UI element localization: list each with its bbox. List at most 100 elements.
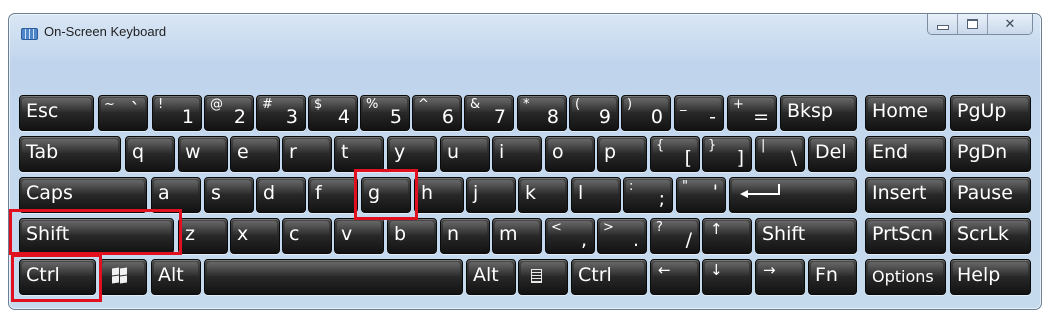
key-b[interactable]: b bbox=[387, 218, 437, 254]
key-pgdn[interactable]: PgDn bbox=[950, 136, 1031, 172]
key-arrow-right[interactable]: → bbox=[755, 259, 805, 295]
key-home[interactable]: Home bbox=[865, 95, 946, 131]
minimize-button[interactable] bbox=[928, 14, 958, 34]
key-menu[interactable] bbox=[518, 259, 568, 295]
key-v[interactable]: v bbox=[334, 218, 384, 254]
key-g[interactable]: g bbox=[361, 177, 411, 213]
key-w[interactable]: w bbox=[178, 136, 228, 172]
key-label: z bbox=[185, 223, 195, 245]
key-base-symbol: 9 bbox=[598, 106, 611, 128]
title-bar[interactable]: On-Screen Keyboard ✕ bbox=[9, 14, 1041, 54]
key-backslash[interactable]: | \ bbox=[755, 136, 805, 172]
key-options[interactable]: Options bbox=[865, 259, 946, 295]
key-base-symbol: , bbox=[580, 229, 587, 251]
key-l[interactable]: l bbox=[571, 177, 621, 213]
key-y[interactable]: y bbox=[387, 136, 437, 172]
key-8[interactable]: * 8 bbox=[517, 95, 567, 131]
key-h[interactable]: h bbox=[414, 177, 464, 213]
key-backtick[interactable]: ~ ` bbox=[98, 95, 148, 131]
key-quote[interactable]: " ' bbox=[676, 177, 726, 213]
key-label: x bbox=[237, 223, 249, 245]
key-alt-left[interactable]: Alt bbox=[151, 259, 201, 295]
key-fn[interactable]: Fn bbox=[808, 259, 857, 295]
key-e[interactable]: e bbox=[230, 136, 280, 172]
key-t[interactable]: t bbox=[334, 136, 384, 172]
key-del[interactable]: Del bbox=[808, 136, 857, 172]
key-base-symbol: 0 bbox=[650, 106, 663, 128]
key-ctrl-right[interactable]: Ctrl bbox=[571, 259, 647, 295]
key-shift-symbol: & bbox=[470, 97, 481, 112]
key-pgup[interactable]: PgUp bbox=[950, 95, 1031, 131]
key-space[interactable] bbox=[204, 259, 463, 295]
key-3[interactable]: #3 bbox=[256, 95, 306, 131]
key-k[interactable]: k bbox=[518, 177, 568, 213]
key-9[interactable]: (9 bbox=[569, 95, 619, 131]
key-label: p bbox=[604, 141, 617, 163]
key-r[interactable]: r bbox=[282, 136, 332, 172]
key-d[interactable]: d bbox=[256, 177, 306, 213]
key-enter[interactable] bbox=[729, 177, 857, 213]
key-ctrl-left[interactable]: Ctrl bbox=[19, 259, 96, 295]
key-o[interactable]: o bbox=[545, 136, 595, 172]
key-u[interactable]: u bbox=[440, 136, 490, 172]
key-arrow-left[interactable]: ← bbox=[650, 259, 700, 295]
key-pause[interactable]: Pause bbox=[950, 177, 1031, 213]
key-z[interactable]: z bbox=[178, 218, 228, 254]
key-period[interactable]: >. bbox=[597, 218, 647, 254]
key-semicolon[interactable]: :; bbox=[623, 177, 673, 213]
key-insert[interactable]: Insert bbox=[865, 177, 946, 213]
key-bksp[interactable]: Bksp bbox=[780, 95, 857, 131]
key-j[interactable]: j bbox=[466, 177, 516, 213]
keyboard-icon bbox=[21, 28, 38, 40]
key-rbracket[interactable]: }] bbox=[702, 136, 752, 172]
caption-buttons: ✕ bbox=[927, 14, 1033, 35]
key-label: Help bbox=[957, 264, 1001, 286]
maximize-button[interactable] bbox=[958, 14, 988, 34]
key-label: m bbox=[499, 223, 518, 245]
key-base-symbol: [ bbox=[684, 147, 692, 169]
key-alt-right[interactable]: Alt bbox=[466, 259, 516, 295]
key-x[interactable]: x bbox=[230, 218, 280, 254]
key-caps[interactable]: Caps bbox=[19, 177, 147, 213]
key-shift-left[interactable]: Shift bbox=[19, 218, 174, 254]
key-prtscn[interactable]: PrtScn bbox=[865, 218, 946, 254]
key-comma[interactable]: <, bbox=[545, 218, 595, 254]
key-shift-right[interactable]: Shift bbox=[755, 218, 857, 254]
key-4[interactable]: $4 bbox=[308, 95, 358, 131]
key-scrlk[interactable]: ScrLk bbox=[950, 218, 1031, 254]
key-windows[interactable] bbox=[99, 259, 147, 295]
key-help[interactable]: Help bbox=[950, 259, 1031, 295]
key-tab[interactable]: Tab bbox=[19, 136, 121, 172]
key-i[interactable]: i bbox=[492, 136, 542, 172]
key-m[interactable]: m bbox=[492, 218, 542, 254]
key-q[interactable]: q bbox=[125, 136, 175, 172]
key-equals[interactable]: + = bbox=[727, 95, 777, 131]
key-1[interactable]: ! 1 bbox=[152, 95, 202, 131]
key-end[interactable]: End bbox=[865, 136, 946, 172]
key-base-symbol: \ bbox=[790, 147, 797, 169]
key-c[interactable]: c bbox=[282, 218, 332, 254]
key-7[interactable]: & 7 bbox=[464, 95, 514, 131]
key-label: Fn bbox=[815, 264, 838, 286]
key-base-symbol: ' bbox=[712, 181, 718, 203]
key-n[interactable]: n bbox=[440, 218, 490, 254]
key-2[interactable]: @2 bbox=[204, 95, 254, 131]
close-icon: ✕ bbox=[1004, 16, 1016, 32]
key-minus[interactable]: _ - bbox=[674, 95, 724, 131]
key-arrow-down[interactable]: ↓ bbox=[702, 259, 752, 295]
key-label: Del bbox=[815, 141, 847, 163]
key-a[interactable]: a bbox=[151, 177, 201, 213]
window-title: On-Screen Keyboard bbox=[44, 24, 167, 39]
key-s[interactable]: s bbox=[204, 177, 254, 213]
key-5[interactable]: % 5 bbox=[360, 95, 410, 131]
key-p[interactable]: p bbox=[597, 136, 647, 172]
key-0[interactable]: ) 0 bbox=[621, 95, 671, 131]
key-lbracket[interactable]: {[ bbox=[650, 136, 700, 172]
key-f[interactable]: f bbox=[308, 177, 358, 213]
key-esc[interactable]: Esc bbox=[19, 95, 94, 131]
minimize-icon bbox=[936, 24, 949, 30]
close-button[interactable]: ✕ bbox=[988, 14, 1032, 34]
key-6[interactable]: ^ 6 bbox=[412, 95, 462, 131]
key-arrow-up[interactable]: ↑ bbox=[702, 218, 752, 254]
key-slash[interactable]: ? / bbox=[650, 218, 700, 254]
